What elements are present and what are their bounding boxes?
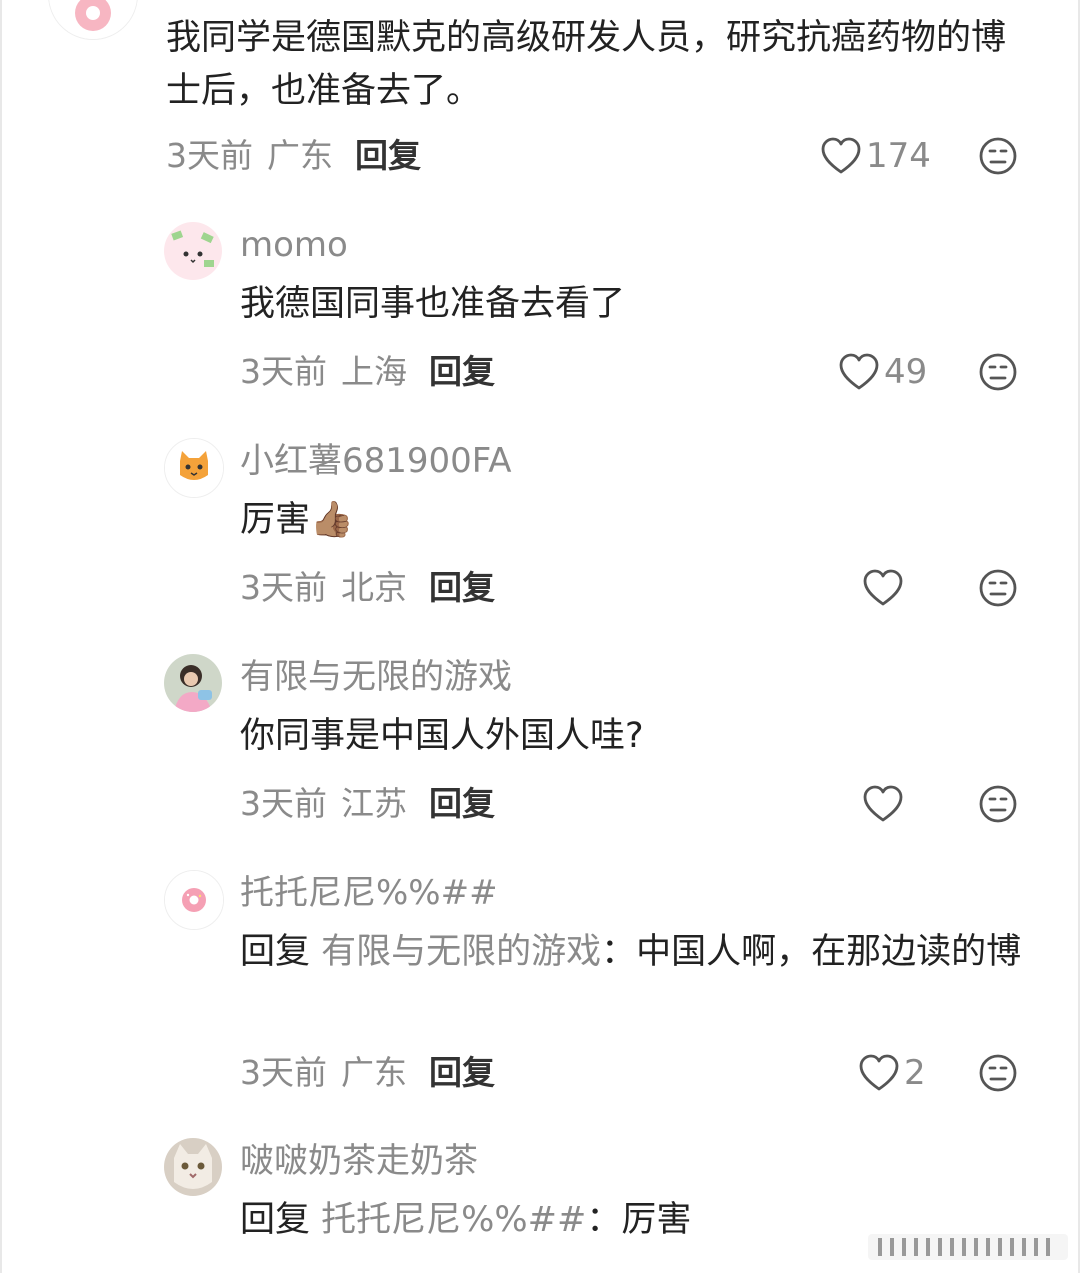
like-button[interactable] <box>862 782 908 826</box>
dislike-button[interactable] <box>978 568 1018 608</box>
comment-text: 厉害👍🏽 <box>240 500 354 540</box>
avatar[interactable] <box>164 438 224 498</box>
reply-target-username[interactable]: 有限与无限的游戏 <box>321 932 601 972</box>
comment-location: 上海 <box>341 352 407 391</box>
username[interactable]: 托托尼尼%%## <box>240 873 498 913</box>
reply-button[interactable]: 回复 <box>429 352 495 391</box>
username[interactable]: 有限与无限的游戏 <box>240 657 512 697</box>
dislike-button[interactable] <box>978 784 1018 824</box>
comment-meta: 3天前 北京 回复 <box>240 568 495 608</box>
comment-location: 广东 <box>341 1053 407 1092</box>
heart-outline-icon <box>863 569 903 606</box>
username[interactable]: 啵啵奶茶走奶茶 <box>240 1141 478 1181</box>
like-count: 2 <box>904 1053 926 1093</box>
like-button[interactable]: 2 <box>858 1051 926 1095</box>
comment-location: 广东 <box>267 136 333 175</box>
like-count: 49 <box>884 352 928 392</box>
reply-prefix: 回复 <box>240 1200 311 1240</box>
like-button[interactable]: 174 <box>820 134 931 178</box>
heart-outline-icon <box>863 785 903 822</box>
reply-body: ：厉害 <box>586 1200 692 1240</box>
neutral-face-icon <box>979 137 1017 175</box>
comment-text: 回复 有限与无限的游戏：中国人啊，在那边读的博 <box>240 926 1030 979</box>
dislike-button[interactable] <box>978 1053 1018 1093</box>
comment-time: 3天前 <box>240 352 327 391</box>
comment-meta: 3天前 江苏 回复 <box>240 784 495 824</box>
like-button[interactable]: 49 <box>838 350 927 394</box>
reply-button[interactable]: 回复 <box>429 568 495 607</box>
comment-meta: 3天前 上海 回复 <box>240 352 495 392</box>
reply-button[interactable]: 回复 <box>355 136 421 175</box>
heart-outline-icon <box>821 137 861 174</box>
comment-location: 北京 <box>341 568 407 607</box>
scroll-indicator[interactable] <box>868 1232 1068 1262</box>
avatar[interactable] <box>164 1138 222 1196</box>
comment-time: 3天前 <box>240 784 327 823</box>
comment-meta: 3天前 广东 回复 <box>240 1053 495 1093</box>
comment-time: 3天前 <box>166 136 253 175</box>
comment-text: 我同学是德国默克的高级研发人员，研究抗癌药物的博士后，也准备去了。 <box>166 18 1007 111</box>
neutral-face-icon <box>979 785 1017 823</box>
neutral-face-icon <box>979 353 1017 391</box>
comment-text: 你同事是中国人外国人哇? <box>240 716 644 756</box>
avatar[interactable] <box>164 870 224 930</box>
reply-prefix: 回复 <box>240 932 311 972</box>
reply-body: ：中国人啊，在那边读的博 <box>601 932 1022 972</box>
neutral-face-icon <box>979 1054 1017 1092</box>
reply-target-username[interactable]: 托托尼尼%%## <box>321 1200 586 1240</box>
dislike-button[interactable] <box>978 136 1018 176</box>
like-count: 174 <box>866 136 931 176</box>
like-button[interactable] <box>862 566 908 610</box>
comment-time: 3天前 <box>240 568 327 607</box>
neutral-face-icon <box>979 569 1017 607</box>
comment-location: 江苏 <box>341 784 407 823</box>
avatar[interactable] <box>164 222 222 280</box>
username[interactable]: 小红薯681900FA <box>240 441 512 481</box>
comment-text: 我德国同事也准备去看了 <box>240 284 626 324</box>
username[interactable]: momo <box>240 225 348 265</box>
avatar[interactable] <box>48 0 138 40</box>
comment-time: 3天前 <box>240 1053 327 1092</box>
comment-meta: 3天前 广东 回复 <box>166 136 421 176</box>
reply-button[interactable]: 回复 <box>429 1053 495 1092</box>
left-border <box>0 0 2 1273</box>
dislike-button[interactable] <box>978 352 1018 392</box>
heart-outline-icon <box>859 1054 899 1091</box>
heart-outline-icon <box>839 353 879 390</box>
reply-button[interactable]: 回复 <box>429 784 495 823</box>
avatar[interactable] <box>164 654 222 712</box>
